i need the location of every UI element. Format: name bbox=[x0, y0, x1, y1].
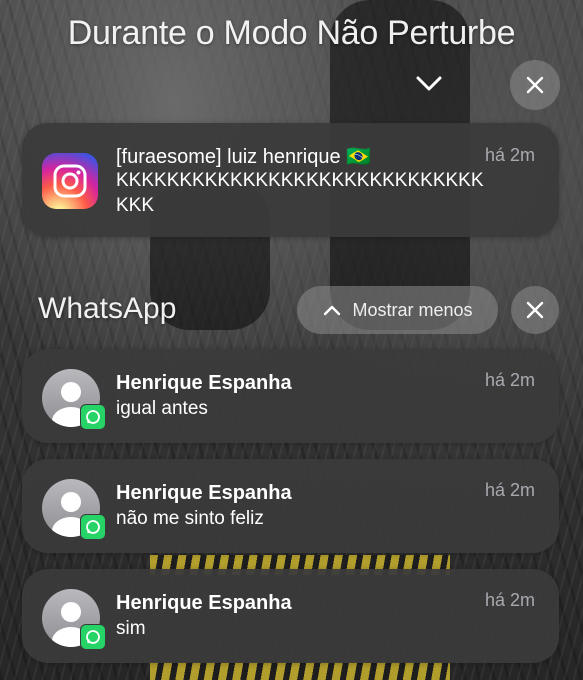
group-label: WhatsApp bbox=[38, 292, 177, 325]
message-text: não me sinto feliz bbox=[116, 508, 264, 529]
message-text: sim bbox=[116, 618, 146, 639]
clear-group-button[interactable] bbox=[511, 286, 559, 334]
notification-body: KKK bbox=[116, 195, 155, 216]
message-text: igual antes bbox=[116, 398, 208, 419]
sender-name: Henrique Espanha bbox=[116, 592, 292, 614]
close-icon bbox=[526, 301, 544, 319]
sender-name: Henrique Espanha bbox=[116, 482, 292, 504]
notification-body: KKKKKKKKKKKKKKKKKKKKKKKKKKKKK bbox=[116, 170, 484, 191]
show-less-button[interactable]: Mostrar menos bbox=[297, 286, 498, 334]
sender-name: Henrique Espanha bbox=[116, 372, 292, 394]
whatsapp-notification[interactable]: Henrique Espanha há 2m não me sinto feli… bbox=[22, 459, 559, 553]
show-less-label: Mostrar menos bbox=[352, 299, 473, 320]
notification-time: há 2m bbox=[484, 370, 535, 390]
whatsapp-icon bbox=[80, 624, 106, 650]
wallpaper-graphic bbox=[150, 662, 450, 680]
focus-mode-title: Durante o Modo Não Perturbe bbox=[67, 14, 516, 52]
chevron-down-icon[interactable] bbox=[414, 72, 444, 96]
whatsapp-icon bbox=[80, 404, 106, 430]
notification-time: há 2m bbox=[484, 480, 535, 500]
close-icon bbox=[526, 76, 544, 94]
instagram-icon bbox=[42, 153, 98, 209]
instagram-notification[interactable]: [furaesome] luiz henrique 🇧🇷 há 2m KKKKK… bbox=[22, 123, 559, 237]
notification-time: há 2m bbox=[484, 590, 535, 610]
whatsapp-notification[interactable]: Henrique Espanha há 2m igual antes bbox=[22, 349, 559, 443]
whatsapp-notification[interactable]: Henrique Espanha há 2m sim bbox=[22, 569, 559, 663]
chevron-up-icon bbox=[324, 305, 341, 316]
notification-title: [furaesome] luiz henrique 🇧🇷 bbox=[116, 146, 372, 168]
notification-time: há 2m bbox=[484, 145, 535, 165]
dismiss-focus-button[interactable] bbox=[510, 60, 560, 110]
whatsapp-icon bbox=[80, 514, 106, 540]
